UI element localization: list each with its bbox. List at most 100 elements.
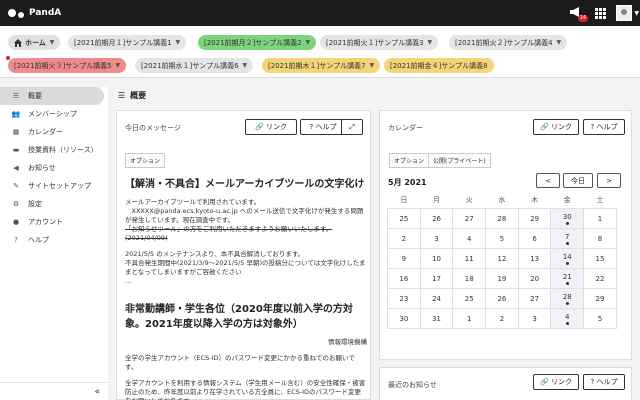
site-pill-7[interactable]: [2021前期木１]サンプル講義7 ▼ xyxy=(262,58,381,73)
next-month-button[interactable]: > xyxy=(597,173,621,188)
apps-grid-icon[interactable] xyxy=(595,7,606,19)
tab-options[interactable]: オプション xyxy=(125,153,166,168)
messages-help-button[interactable]: ? ヘルプ xyxy=(300,119,346,135)
calendar-day[interactable]: 5 xyxy=(583,308,617,329)
sidebar-item-membership[interactable]: 👥 メンバーシップ xyxy=(0,105,108,123)
calendar-day[interactable]: 4 xyxy=(550,308,585,329)
calendar-day[interactable]: 27 xyxy=(517,288,552,309)
site-pill-5[interactable]: [2021前期火３]サンプル講義5 ▼ xyxy=(6,56,127,73)
sidebar-item-calendar[interactable]: ▦ カレンダー xyxy=(0,123,108,141)
site-pill-1[interactable]: [2021前期月１]サンプル講義1 ▼ xyxy=(68,35,187,50)
sidebar-item-preferences[interactable]: ⚙ 設定 xyxy=(0,195,108,213)
event-dot-icon[interactable] xyxy=(565,301,569,305)
calendar-day[interactable]: 31 xyxy=(419,308,454,329)
month-label: 5月 2021 xyxy=(388,178,427,187)
calendar-day[interactable]: 30 xyxy=(387,308,421,329)
calendar-day[interactable]: 20 xyxy=(517,268,552,289)
logo[interactable]: PandA xyxy=(8,8,61,18)
site-pill-4[interactable]: [2021前期火２]サンプル講義4 ▼ xyxy=(449,35,568,50)
announcements-link-button[interactable]: 🔗 リンク xyxy=(533,374,579,390)
day-number: 22 xyxy=(595,274,605,283)
calendar-day[interactable]: 15 xyxy=(583,248,617,269)
calendar-day[interactable]: 17 xyxy=(419,268,454,289)
calendar-day[interactable]: 2 xyxy=(387,228,421,249)
site-pill-6[interactable]: [2021前期水１]サンプル講義6 ▼ xyxy=(135,58,254,73)
site-label: [2021前期火２]サンプル講義4 xyxy=(455,38,553,47)
calendar-day[interactable]: 27 xyxy=(452,208,487,229)
site-pill-3[interactable]: [2021前期火１]サンプル講義3 ▼ xyxy=(320,35,439,50)
sidebar-item-account[interactable]: ● アカウント xyxy=(0,213,108,231)
sidebar-item-overview[interactable]: ☰ 概要 xyxy=(0,87,104,105)
announcements-help-button[interactable]: ? ヘルプ xyxy=(583,374,625,390)
calendar-day[interactable]: 3 xyxy=(517,308,552,329)
calendar-day[interactable]: 25 xyxy=(452,288,487,309)
calendar-day[interactable]: 1 xyxy=(452,308,487,329)
user-avatar[interactable]: ▼ xyxy=(616,5,639,21)
messages-link-button[interactable]: 🔗 リンク xyxy=(245,119,297,135)
tab-options[interactable]: オプション xyxy=(389,153,430,168)
calendar-link-button[interactable]: 🔗 リンク xyxy=(533,119,579,135)
calendar-day[interactable]: 29 xyxy=(583,288,617,309)
calendar-day[interactable]: 3 xyxy=(419,228,454,249)
calendar-day[interactable]: 23 xyxy=(387,288,421,309)
day-number: 23 xyxy=(399,294,409,303)
calendar-day[interactable]: 8 xyxy=(583,228,617,249)
wrench-icon: ✎ xyxy=(13,182,19,190)
event-dot-icon[interactable] xyxy=(565,281,569,285)
calendar-day[interactable]: 18 xyxy=(452,268,487,289)
weekday-header: 土 xyxy=(596,196,604,204)
calendar-day[interactable]: 5 xyxy=(485,228,519,249)
calendar-day[interactable]: 13 xyxy=(517,248,552,269)
calendar-day[interactable]: 25 xyxy=(387,208,421,229)
calendar-day[interactable]: 11 xyxy=(452,248,487,269)
sidebar-item-site-setup[interactable]: ✎ サイトセットアップ xyxy=(0,177,108,195)
weekday-header: 木 xyxy=(531,196,539,204)
calendar-day[interactable]: 7 xyxy=(550,228,585,249)
calendar-day[interactable]: 26 xyxy=(485,288,519,309)
calendar-day[interactable]: 26 xyxy=(419,208,454,229)
site-pill-2[interactable]: [2021前期月２]サンプル講義2 ▼ xyxy=(198,35,317,50)
home-icon xyxy=(14,38,22,47)
calendar-day[interactable]: 19 xyxy=(485,268,519,289)
calendar-day[interactable]: 9 xyxy=(387,248,421,269)
event-dot-icon[interactable] xyxy=(565,241,569,245)
calendar-day[interactable]: 14 xyxy=(550,248,585,269)
calendar-day[interactable]: 24 xyxy=(419,288,454,309)
notifications-button[interactable]: 14 xyxy=(569,6,588,22)
tab-public-private[interactable]: 公開(プライベート) xyxy=(428,153,491,168)
expand-icon: ⤢ xyxy=(349,122,355,131)
event-dot-icon[interactable] xyxy=(565,221,569,225)
calendar-week: 23 24 25 26 27 28 29 xyxy=(387,288,624,309)
calendar-day[interactable]: 28 xyxy=(485,208,519,229)
sidebar-item-resources[interactable]: ▬ 授業資料（リソース） xyxy=(0,141,108,159)
calendar-day[interactable]: 22 xyxy=(583,268,617,289)
event-dot-icon[interactable] xyxy=(565,321,569,325)
site-pill-8[interactable]: [2021前期金４]サンプル講義8 xyxy=(384,58,494,73)
megaphone-icon: ◀ xyxy=(13,164,19,172)
calendar-day[interactable]: 29 xyxy=(517,208,552,229)
calendar-day[interactable]: 30 xyxy=(550,208,585,229)
home-site-button[interactable]: ホーム ▼ xyxy=(8,35,61,50)
calendar-day[interactable]: 16 xyxy=(387,268,421,289)
sidebar-item-announcements[interactable]: ◀ お知らせ xyxy=(0,159,108,177)
chevron-down-icon: ▼ xyxy=(175,39,181,46)
calendar-day[interactable]: 2 xyxy=(485,308,519,329)
calendar-day[interactable]: 21 xyxy=(550,268,585,289)
calendar-day[interactable]: 12 xyxy=(485,248,519,269)
top-bar: PandA 14 ▼ xyxy=(0,0,640,26)
collapse-sidebar-button[interactable]: « xyxy=(0,382,108,400)
calendar-day[interactable]: 10 xyxy=(419,248,454,269)
prev-month-button[interactable]: < xyxy=(536,173,560,188)
calendar-day[interactable]: 28 xyxy=(550,288,585,309)
event-dot-icon[interactable] xyxy=(565,261,569,265)
calendar-day[interactable]: 1 xyxy=(583,208,617,229)
calendar-day[interactable]: 6 xyxy=(517,228,552,249)
calendar-help-button[interactable]: ? ヘルプ xyxy=(583,119,625,135)
today-button[interactable]: 今日 xyxy=(563,173,593,188)
message-org: 情報環境機構 xyxy=(328,338,367,346)
button-label: ヘルプ xyxy=(596,378,618,386)
expand-button[interactable]: ⤢ xyxy=(341,119,363,135)
calendar-day[interactable]: 4 xyxy=(452,228,487,249)
button-label: リンク xyxy=(265,123,287,131)
sidebar-item-help[interactable]: ? ヘルプ xyxy=(0,231,108,249)
